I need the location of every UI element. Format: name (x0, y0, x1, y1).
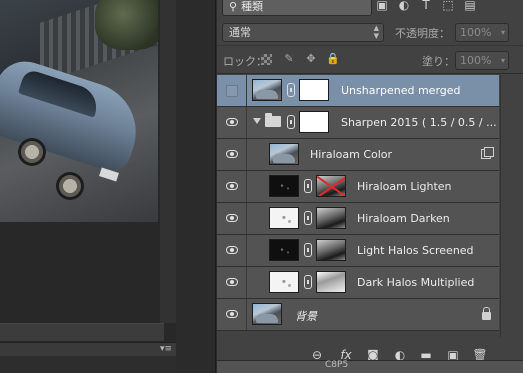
layers-scrollbar[interactable] (500, 75, 523, 337)
layer-row[interactable]: Hiraloam Darken (217, 203, 499, 235)
visibility-toggle[interactable] (217, 203, 247, 234)
layers-panel: ⚲ 種類 ▣ ◐ T ⬚ ▤ 通常 ▲ ▼ 不透明度： 100% ▾ ロック： ✎ … (217, 0, 523, 373)
layers-list: Unsharpened merged Sharpen 2015 ( 1.5 / … (217, 75, 523, 335)
lock-move-icon[interactable]: ✥ (304, 52, 318, 66)
blend-mode-select[interactable]: 通常 ▲ ▼ (222, 23, 384, 42)
visibility-toggle[interactable] (217, 75, 247, 106)
fill-field[interactable]: 100% ▾ (455, 51, 509, 70)
smart-object-filter-icon[interactable]: ▤ (463, 0, 477, 12)
visibility-toggle[interactable] (217, 267, 247, 298)
layer-name[interactable]: Hiraloam Lighten (357, 180, 452, 193)
layer-thumbnail (269, 175, 299, 197)
canvas-horizontal-scrollbar[interactable]: ▾≡ (0, 342, 176, 356)
layer-row[interactable]: Hiraloam Color (217, 139, 499, 171)
lock-brush-icon[interactable]: ✎ (282, 52, 296, 66)
visibility-toggle[interactable] (217, 107, 247, 138)
adjustment-filter-icon[interactable]: ◐ (397, 0, 411, 12)
filter-kind-label: 種類 (241, 0, 264, 13)
link-icon[interactable] (287, 83, 295, 97)
lock-all-icon[interactable]: 🔒 (326, 52, 340, 66)
panel-status-strip: C8P5 (217, 360, 523, 373)
chevron-down-icon[interactable]: ▾ (501, 24, 505, 41)
link-icon[interactable] (304, 275, 312, 289)
panel-divider (176, 0, 216, 373)
layer-thumbnail (252, 303, 282, 325)
document-canvas[interactable]: ▾≡ (0, 0, 176, 373)
layer-mask-thumbnail[interactable] (316, 207, 346, 229)
search-icon: ⚲ (229, 0, 238, 13)
layer-row[interactable]: Light Halos Screened (217, 235, 499, 267)
layer-name[interactable]: Sharpen 2015 ( 1.5 / 0.5 / ... (341, 116, 497, 129)
shape-filter-icon[interactable]: ⬚ (441, 0, 455, 12)
image-filter-icon[interactable]: ▣ (375, 0, 389, 12)
blend-row: 通常 ▲ ▼ 不透明度： 100% ▾ (217, 20, 523, 46)
layer-thumbnail (269, 143, 299, 165)
layer-thumbnail (269, 207, 299, 229)
eye-icon[interactable] (226, 150, 238, 158)
canvas-photo (0, 0, 158, 222)
layer-mask-thumbnail[interactable] (299, 79, 329, 101)
opacity-value: 100% (460, 26, 492, 39)
eye-icon[interactable] (226, 118, 238, 126)
layer-name[interactable]: Unsharpened merged (341, 84, 461, 97)
scroll-menu-icon[interactable]: ▾≡ (160, 344, 172, 354)
blend-mode-value: 通常 (229, 26, 251, 39)
photo-tree (95, 0, 158, 50)
photo-car-wheel (56, 172, 84, 200)
link-icon[interactable] (304, 243, 312, 257)
layer-thumbnail (252, 79, 282, 101)
eye-icon[interactable] (226, 278, 238, 286)
link-icon[interactable] (304, 179, 312, 193)
eye-icon[interactable] (226, 246, 238, 254)
layer-name[interactable]: Hiraloam Color (310, 148, 392, 161)
layer-thumbnail (269, 271, 299, 293)
lock-icon[interactable] (482, 307, 491, 320)
canvas-horizontal-area (0, 323, 164, 341)
layer-mask-thumbnail[interactable] (316, 239, 346, 261)
filter-kind-select[interactable]: ⚲ 種類 (222, 0, 372, 16)
layer-mask-thumbnail[interactable] (316, 271, 346, 293)
eye-icon[interactable] (226, 310, 238, 318)
layer-name[interactable]: Hiraloam Darken (357, 212, 450, 225)
link-icon[interactable] (287, 115, 295, 129)
visibility-toggle[interactable] (217, 235, 247, 266)
opacity-label: 不透明度： (395, 27, 450, 40)
document-status-bar (0, 356, 176, 373)
fill-value: 100% (460, 54, 492, 67)
opacity-field[interactable]: 100% ▾ (455, 23, 509, 42)
layer-name[interactable]: 背景 (295, 308, 317, 324)
select-arrows-icon: ▲ ▼ (373, 24, 379, 40)
eye-icon[interactable] (226, 182, 238, 190)
lock-transparent-icon[interactable] (261, 54, 272, 65)
layer-name[interactable]: Light Halos Screened (357, 244, 474, 257)
layer-row[interactable]: Sharpen 2015 ( 1.5 / 0.5 / ... (217, 107, 499, 139)
visibility-toggle[interactable] (217, 171, 247, 202)
layer-name[interactable]: Dark Halos Multiplied (357, 276, 474, 289)
disabled-mask-thumbnail[interactable] (316, 175, 346, 197)
type-filter-icon[interactable]: T (419, 0, 433, 12)
layer-thumbnail (269, 239, 299, 261)
layer-row[interactable]: Dark Halos Multiplied (217, 267, 499, 299)
canvas-vertical-scrollbar[interactable] (160, 0, 176, 323)
layer-row[interactable]: Hiraloam Lighten (217, 171, 499, 203)
layer-row[interactable]: Unsharpened merged (217, 75, 499, 107)
expand-triangle-icon[interactable] (253, 118, 261, 124)
chevron-down-icon[interactable]: ▾ (501, 52, 505, 69)
lock-row: ロック： ✎ ✥ 🔒 塗り： 100% ▾ (217, 47, 523, 74)
visibility-off-box[interactable] (226, 85, 238, 97)
visibility-toggle[interactable] (217, 139, 247, 170)
layer-row[interactable]: 背景 (217, 299, 499, 331)
layer-mask-thumbnail[interactable] (299, 111, 329, 133)
link-icon[interactable] (304, 211, 312, 225)
layer-filter-row: ⚲ 種類 ▣ ◐ T ⬚ ▤ (217, 0, 523, 20)
status-text: C8P5 (325, 360, 349, 370)
fill-label: 塗り： (422, 55, 455, 68)
visibility-toggle[interactable] (217, 299, 247, 330)
smart-object-icon (481, 147, 494, 159)
photo-car-wheel (18, 138, 46, 166)
eye-icon[interactable] (226, 214, 238, 222)
folder-icon (265, 113, 281, 127)
